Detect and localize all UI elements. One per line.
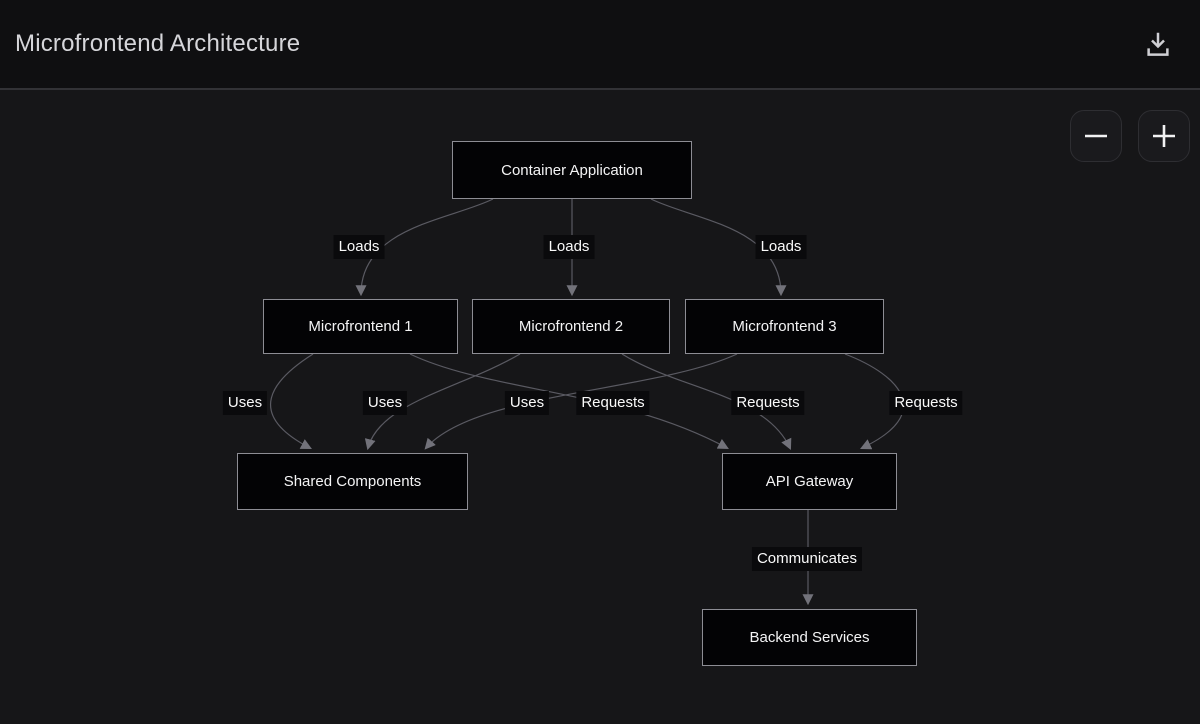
download-icon <box>1143 29 1173 59</box>
node-api-gateway: API Gateway <box>722 453 897 510</box>
node-container-application: Container Application <box>452 141 692 199</box>
node-shared-components: Shared Components <box>237 453 468 510</box>
edge-label-communicates: Communicates <box>752 547 862 571</box>
plus-icon <box>1151 123 1177 149</box>
node-backend-services: Backend Services <box>702 609 917 666</box>
edge-label-uses-2: Uses <box>363 391 407 415</box>
edge-label-loads-2: Loads <box>544 235 595 259</box>
node-microfrontend-1: Microfrontend 1 <box>263 299 458 354</box>
diagram-canvas[interactable]: Container Application Microfrontend 1 Mi… <box>0 92 1200 724</box>
edge-label-loads-1: Loads <box>334 235 385 259</box>
download-button[interactable] <box>1138 24 1178 64</box>
edge-label-requests-3: Requests <box>889 391 962 415</box>
header: Microfrontend Architecture <box>0 0 1200 90</box>
app-window: { "header": { "title": "Microfrontend Ar… <box>0 0 1200 724</box>
zoom-in-button[interactable] <box>1138 110 1190 162</box>
zoom-out-button[interactable] <box>1070 110 1122 162</box>
node-microfrontend-2: Microfrontend 2 <box>472 299 670 354</box>
node-microfrontend-3: Microfrontend 3 <box>685 299 884 354</box>
edge-label-requests-2: Requests <box>731 391 804 415</box>
edge-label-uses-1: Uses <box>223 391 267 415</box>
minus-icon <box>1083 123 1109 149</box>
edge-label-requests-1: Requests <box>576 391 649 415</box>
edge-label-uses-3: Uses <box>505 391 549 415</box>
edge-label-loads-3: Loads <box>756 235 807 259</box>
page-title: Microfrontend Architecture <box>15 30 300 58</box>
